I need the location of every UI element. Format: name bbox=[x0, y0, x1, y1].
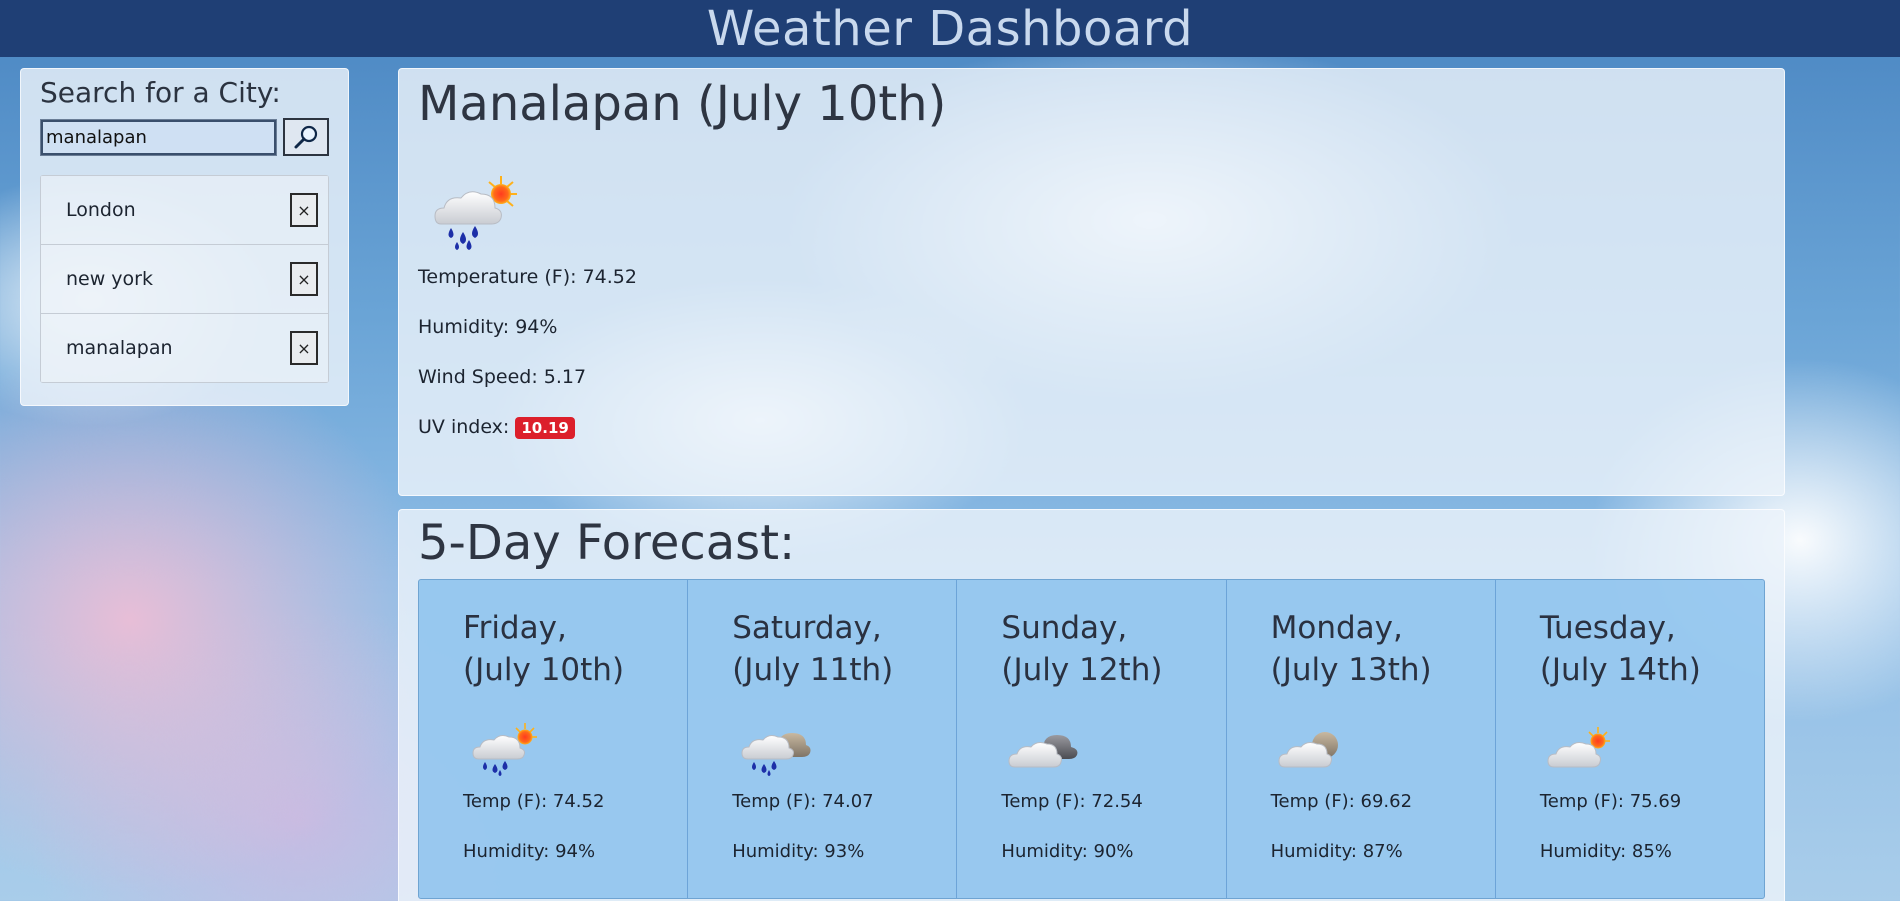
app-header: Weather Dashboard bbox=[0, 0, 1900, 57]
search-history-list: London × new york × manalapan × bbox=[40, 175, 329, 383]
forecast-cards: Friday, (July 10th) Temp (F): 74.52 Humi… bbox=[418, 579, 1765, 899]
rain-sun-icon bbox=[429, 172, 525, 252]
forecast-humidity: Humidity: 94% bbox=[463, 841, 596, 862]
uv-index-badge: 10.19 bbox=[515, 416, 575, 439]
history-item-label: new york bbox=[66, 268, 153, 290]
rain-cloud-icon bbox=[738, 721, 814, 777]
forecast-date: (July 12th) bbox=[1001, 652, 1163, 688]
remove-city-button[interactable]: × bbox=[290, 262, 318, 296]
forecast-temp: Temp (F): 72.54 bbox=[1001, 791, 1143, 812]
forecast-date: (July 11th) bbox=[732, 652, 894, 688]
forecast-panel: 5-Day Forecast: Friday, (July 10th) Temp… bbox=[398, 509, 1785, 901]
current-temperature: Temperature (F): 74.52 bbox=[418, 266, 637, 288]
current-uv-row: UV index: 10.19 bbox=[418, 402, 1765, 452]
forecast-card: Saturday, (July 11th) Temp (F): 74.07 Hu… bbox=[688, 580, 958, 898]
cloudy-icon bbox=[1277, 721, 1353, 777]
partly-sunny-icon bbox=[1546, 721, 1622, 777]
forecast-title: 5-Day Forecast: bbox=[418, 515, 796, 571]
history-item-label: London bbox=[66, 199, 136, 221]
remove-city-button[interactable]: × bbox=[290, 193, 318, 227]
forecast-temp: Temp (F): 75.69 bbox=[1539, 791, 1682, 812]
forecast-day: Saturday, bbox=[732, 610, 882, 646]
forecast-humidity: Humidity: 85% bbox=[1539, 841, 1672, 862]
history-item-label: manalapan bbox=[66, 337, 173, 359]
forecast-humidity: Humidity: 87% bbox=[1270, 841, 1403, 862]
app-title: Weather Dashboard bbox=[706, 0, 1194, 57]
current-wind-speed: Wind Speed: 5.17 bbox=[418, 366, 587, 388]
history-item[interactable]: London × bbox=[41, 176, 328, 245]
forecast-card: Tuesday, (July 14th) Temp (F): 75.69 Hum… bbox=[1496, 580, 1764, 898]
forecast-date: (July 10th) bbox=[463, 652, 625, 688]
uv-label: UV index: bbox=[418, 416, 510, 438]
current-humidity: Humidity: 94% bbox=[418, 316, 558, 338]
forecast-date: (July 14th) bbox=[1539, 652, 1701, 688]
current-city-title: Manalapan (July 10th) bbox=[418, 76, 947, 132]
search-icon bbox=[294, 125, 318, 149]
rain-sun-icon bbox=[469, 721, 545, 777]
history-item[interactable]: manalapan × bbox=[41, 314, 328, 382]
forecast-humidity: Humidity: 90% bbox=[1001, 841, 1134, 862]
forecast-temp: Temp (F): 69.62 bbox=[1270, 791, 1413, 812]
search-label: Search for a City: bbox=[40, 76, 281, 109]
overcast-icon bbox=[1007, 721, 1083, 777]
forecast-card: Sunday, (July 12th) Temp (F): 72.54 Humi… bbox=[957, 580, 1227, 898]
search-panel: Search for a City: London × new york × m… bbox=[20, 68, 349, 406]
search-button[interactable] bbox=[283, 118, 329, 156]
city-search-input[interactable] bbox=[40, 118, 277, 156]
forecast-day: Sunday, bbox=[1001, 610, 1128, 646]
forecast-humidity: Humidity: 93% bbox=[732, 841, 865, 862]
current-weather-panel: Manalapan (July 10th) Temperature (F): 7… bbox=[398, 68, 1785, 496]
search-row bbox=[40, 118, 329, 156]
forecast-temp: Temp (F): 74.07 bbox=[732, 791, 874, 812]
forecast-card: Friday, (July 10th) Temp (F): 74.52 Humi… bbox=[419, 580, 689, 898]
forecast-day: Monday, bbox=[1270, 610, 1403, 646]
history-item[interactable]: new york × bbox=[41, 245, 328, 314]
forecast-day: Tuesday, bbox=[1539, 610, 1676, 646]
forecast-day: Friday, bbox=[463, 610, 567, 646]
forecast-date: (July 13th) bbox=[1270, 652, 1432, 688]
remove-city-button[interactable]: × bbox=[290, 331, 318, 365]
forecast-card: Monday, (July 13th) Temp (F): 69.62 Humi… bbox=[1227, 580, 1496, 898]
forecast-temp: Temp (F): 74.52 bbox=[463, 791, 605, 812]
